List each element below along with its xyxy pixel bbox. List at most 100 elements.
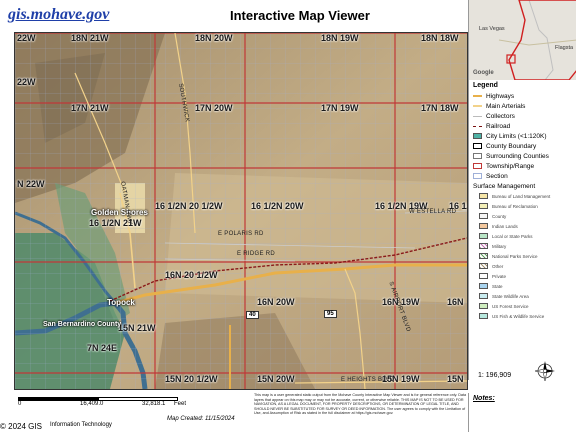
township-label: 16 1/2N 20W	[251, 201, 304, 211]
township-label: 22W	[17, 33, 36, 43]
county-swatch	[479, 213, 488, 219]
legend-item: Collectors	[473, 112, 515, 120]
legend-label: County Boundary	[486, 142, 537, 150]
nps-swatch	[479, 253, 488, 259]
legend-label: Section	[486, 172, 508, 180]
township-label: 15N	[447, 374, 464, 384]
township-label: 15N 20W	[257, 374, 295, 384]
legend-title: Legend	[473, 82, 498, 89]
legend-label: Highways	[486, 92, 515, 100]
inset-label: Las Vegas	[479, 26, 505, 32]
legend-item: County Boundary	[473, 142, 536, 150]
legend-item: Local or State Parks	[479, 232, 533, 240]
legend-item: Bureau of Reclamation	[479, 202, 538, 210]
township-label: 16N	[447, 297, 464, 307]
legend-item: Bureau of Land Management	[479, 192, 550, 200]
state-swatch	[479, 283, 488, 289]
township-label: 18N 19W	[321, 33, 359, 43]
place-label-topock: Topock	[107, 298, 135, 307]
map-footer: 0 16,409.0 32,818.1 Feet Map Created: 11…	[14, 389, 466, 432]
legend-label: Private	[492, 273, 507, 279]
place-label-county: San Bernardino County	[43, 321, 122, 328]
private-swatch	[479, 273, 488, 279]
parks-swatch	[479, 233, 488, 239]
google-logo: Google	[473, 70, 494, 76]
township-label: 15N 20 1/2W	[165, 374, 218, 384]
legend-item: State Wildlife Area	[479, 292, 529, 300]
legend-item: Section	[473, 172, 508, 180]
legend-label: Local or State Parks	[492, 233, 533, 239]
legend-item: State	[479, 282, 503, 290]
legend-label: Surface Management	[473, 182, 536, 190]
township-label: 16 1/2N 20 1/2W	[155, 201, 223, 211]
city-limits-swatch	[473, 133, 482, 139]
map-export-page: gis.mohave.gov Interactive Map Viewer 22…	[0, 0, 576, 432]
map-canvas[interactable]: 22W 18N 21W 18N 20W 18N 19W 18N 18W 22W …	[14, 32, 468, 390]
township-label: 7N 24E	[87, 343, 118, 353]
surrounding-counties-swatch	[473, 153, 482, 159]
legend-label: County	[492, 213, 507, 219]
inset-label: Flagsta	[555, 45, 574, 51]
township-swatch	[473, 163, 482, 169]
footer-org: Information Technology	[50, 422, 112, 428]
legend-item: Highways	[473, 92, 514, 100]
legend-item: Indian Lands	[479, 222, 518, 230]
legend-label: Surrounding Counties	[486, 152, 549, 160]
township-label: 18N 18W	[421, 33, 459, 43]
legend-label: Bureau of Reclamation	[492, 203, 538, 209]
page-title: Interactive Map Viewer	[230, 8, 370, 23]
collector-line-icon	[473, 115, 482, 117]
legend-label: Collectors	[486, 112, 515, 120]
legend-label: US Fish & Wildlife Service	[492, 313, 545, 319]
township-label: 18N 21W	[71, 33, 109, 43]
legend-item: City Limits (<1:120K)	[473, 132, 547, 140]
scale-tick: 32,818.1	[142, 401, 166, 407]
locator-inset-map[interactable]: Las Vegas Flagsta Google	[468, 0, 576, 80]
legend-item: Railroad	[473, 122, 510, 130]
township-label: N 22W	[17, 179, 45, 189]
legend-panel: Legend Highways Main Arterials Collector…	[468, 80, 576, 380]
county-boundary-swatch	[473, 143, 482, 149]
map-created-date: Map Created: 11/15/2024	[167, 416, 235, 422]
notes-panel: Notes:	[468, 393, 576, 432]
legend-label: State Wildlife Area	[492, 293, 529, 299]
railroad-line-icon	[473, 125, 482, 127]
township-label: 16N 20 1/2W	[165, 270, 218, 280]
township-label: 17N 20W	[195, 103, 233, 113]
legend-label: Township/Range	[486, 162, 535, 170]
legend-item: National Parks Service	[479, 252, 538, 260]
township-label: 18N 20W	[195, 33, 233, 43]
township-label: 17N 18W	[421, 103, 459, 113]
interstate-shield: 40	[246, 311, 259, 319]
notes-label: Notes:	[473, 395, 495, 402]
township-label: 17N 19W	[321, 103, 359, 113]
reclamation-swatch	[479, 203, 488, 209]
road-label: W ESTELLA RD	[409, 209, 457, 215]
legend-label: National Parks Service	[492, 253, 538, 259]
legend-subheading: Surface Management	[473, 182, 535, 190]
legend-label: Military	[492, 243, 507, 249]
legend-item: Surrounding Counties	[473, 152, 549, 160]
scale-tick: 0	[18, 401, 22, 407]
township-label: 16N 20W	[257, 297, 295, 307]
section-swatch	[473, 173, 482, 179]
road-label: E RIDGE RD	[237, 251, 276, 257]
legend-item: Main Arterials	[473, 102, 525, 110]
legend-label: Indian Lands	[492, 223, 518, 229]
map-terrain	[15, 33, 467, 389]
other-swatch	[479, 263, 488, 269]
inset-graphic	[469, 0, 576, 80]
legend-label: City Limits (<1:120K)	[486, 132, 547, 140]
township-label: 17N 21W	[71, 103, 109, 113]
gis-logo-link[interactable]: gis.mohave.gov	[8, 6, 109, 24]
north-arrow-icon	[534, 361, 555, 382]
place-label-golden-shores: Golden Shores	[91, 208, 148, 217]
wildlife-area-swatch	[479, 293, 488, 299]
legend-label: Other	[492, 263, 504, 269]
scale-tick: 16,409.0	[80, 401, 104, 407]
indian-lands-swatch	[479, 223, 488, 229]
legend-item: Private	[479, 272, 506, 280]
legend-label: Bureau of Land Management	[492, 193, 551, 199]
legend-item: US Forest Service	[479, 302, 529, 310]
military-swatch	[479, 243, 488, 249]
